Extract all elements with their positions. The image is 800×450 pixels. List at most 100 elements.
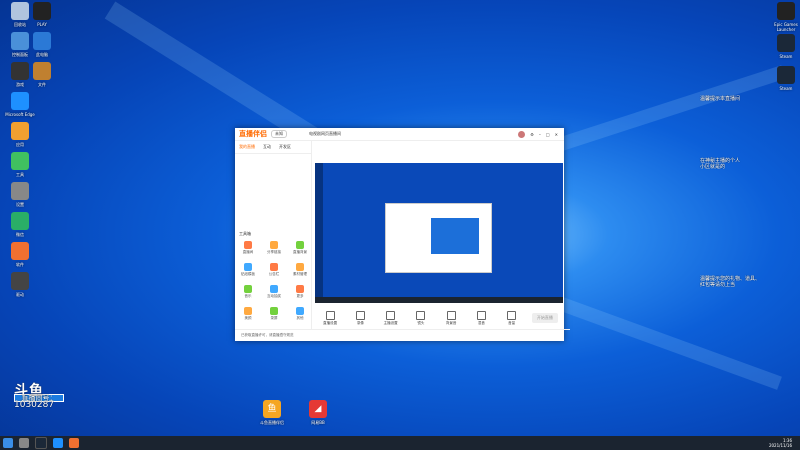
icon-label: Steam [779,54,793,59]
search-icon[interactable] [19,438,29,448]
tool-item[interactable]: 录屏 [265,307,283,321]
icon-label: 设置 [16,202,24,207]
control-button[interactable]: 混音 [471,310,491,326]
control-label: 直播设置 [323,320,338,325]
minimize-icon[interactable]: – [539,132,541,137]
desktop-icon[interactable]: Epic Games Launcher [766,2,800,32]
desktop-icon[interactable]: 文件 [22,62,62,87]
settings-icon[interactable]: ⚙ [530,132,534,137]
tool-item[interactable]: 素材管理 [291,263,309,277]
tool-item[interactable]: 美颜 [239,307,257,321]
control-button[interactable]: 背景音 [441,310,461,326]
control-button[interactable]: 音量 [502,310,522,326]
room-number: 1030287 [14,400,55,410]
control-icon [416,310,426,320]
tool-item[interactable]: 直播背景 [291,241,309,255]
tab-my-live[interactable]: 我的直播 [239,144,255,150]
avatar[interactable] [518,130,526,138]
control-label: 背景音 [445,320,457,325]
tool-label: 公告栏 [268,272,280,276]
control-bar: 直播设置 录像 主播设置 镜头 背景音 混音 音量 开始直播 [315,306,563,330]
control-icon [325,310,335,320]
nested-window [385,203,492,273]
control-icon [446,310,456,320]
desktop-icon[interactable]: PLAY [22,2,62,27]
start-icon[interactable] [3,438,13,448]
tool-item[interactable]: 直播间 [239,241,257,255]
steam-icon[interactable] [35,437,47,449]
tool-icon [270,307,278,315]
edge-icon[interactable] [53,438,63,448]
desktop-icon[interactable]: 工具 [0,152,40,177]
desktop-icon[interactable]: 应用 [0,122,40,147]
preview-icon-column [315,163,323,303]
control-button[interactable]: 录像 [350,310,370,326]
status-badge[interactable]: 未知 [271,130,287,138]
clock[interactable]: 1:36 2021/11/16 [769,438,792,448]
title-bar: 直播伴侣 未知 电视剧网页直播间 ⚙ – □ ✕ [235,128,564,141]
tool-icon [296,307,304,315]
overlay-notice-3: 温馨提示您的礼物、道具、 红包等请勿上当 [700,276,761,288]
tool-label: 互动抽奖 [267,294,281,298]
app-title: 直播伴侣 [239,130,267,138]
control-button[interactable]: 镜头 [411,310,431,326]
live-room-title: 电视剧网页直播间 [309,131,341,136]
desktop-icon[interactable]: Steam [766,66,800,91]
control-icon [507,310,517,320]
desktop-icon-netease[interactable]: ◢ 网易BB [298,400,338,425]
icon-label: PLAY [37,22,47,27]
desktop-icon[interactable]: 微信 [0,212,40,237]
tab-bar: 我的直播 互动 开发区 [235,141,311,154]
tab-dev[interactable]: 开发区 [279,144,291,150]
app-icon: 鱼 [263,400,281,418]
desktop-icon-douyu[interactable]: 鱼 斗鱼直播伴侣 [252,400,292,425]
tool-item[interactable]: 互动抽奖 [265,285,283,299]
app-icon[interactable] [69,438,79,448]
icon-label: 微信 [16,232,24,237]
tool-icon [244,307,252,315]
tool-item[interactable]: 更多 [291,285,309,299]
tool-icon [244,285,252,293]
streaming-app-window: 直播伴侣 未知 电视剧网页直播间 ⚙ – □ ✕ 我的直播 互动 开发区 工具箱… [235,128,570,341]
control-button[interactable]: 主播设置 [381,310,401,326]
tool-label: 美颜 [244,316,252,320]
nested-preview [431,218,479,254]
desktop-icon[interactable]: 设置 [0,182,40,207]
tool-item[interactable]: 公告栏 [265,263,283,277]
tool-icon [270,285,278,293]
control-button[interactable]: 直播设置 [320,310,340,326]
control-icon [355,310,365,320]
tool-icon [270,263,278,271]
tool-item[interactable]: 贴纸模板 [239,263,257,277]
desktop-icon[interactable]: 此电脑 [22,32,62,57]
app-icon: ◢ [309,400,327,418]
stream-room-panel: 斗鱼 直播间号： 1030287 [14,384,64,410]
desktop-icon[interactable]: 驱动 [0,272,40,297]
app-icon [777,34,795,52]
tool-icon [244,241,252,249]
app-icon [11,242,29,260]
icon-label: Steam [779,86,793,91]
desktop-icon[interactable]: Steam [766,34,800,59]
tool-label: 更多 [296,294,304,298]
tool-item[interactable]: 音乐 [239,285,257,299]
desktop-icon[interactable]: Microsoft Edge [0,92,40,117]
tool-icon [296,263,304,271]
tool-item[interactable]: 其他 [291,307,309,321]
icon-label: Microsoft Edge [5,112,35,117]
desktop-icon[interactable]: 软件 [0,242,40,267]
maximize-icon[interactable]: □ [546,132,550,137]
taskbar: 1:36 2021/11/16 [0,436,800,450]
preview-taskbar [315,297,563,303]
icon-label: 应用 [16,142,24,147]
app-icon [11,182,29,200]
app-icon [33,62,51,80]
tool-label: 直播背景 [293,250,307,254]
start-live-button[interactable]: 开始直播 [531,313,558,323]
tab-interact[interactable]: 互动 [263,144,271,150]
tool-label: 分享链接 [267,250,281,254]
icon-label: 软件 [16,262,24,267]
close-icon[interactable]: ✕ [555,132,558,137]
tool-item[interactable]: 分享链接 [265,241,283,255]
tool-icon [244,263,252,271]
